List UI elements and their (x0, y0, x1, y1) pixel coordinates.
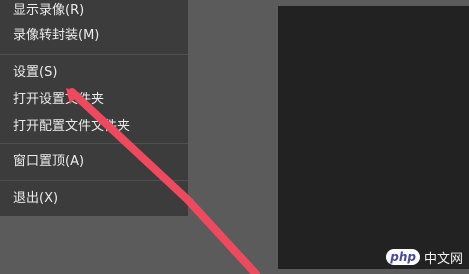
watermark-logo: php (386, 249, 420, 265)
watermark: php 中文网 (386, 246, 463, 268)
annotation-arrow-icon (66, 88, 260, 274)
watermark-text: 中文网 (423, 251, 463, 267)
